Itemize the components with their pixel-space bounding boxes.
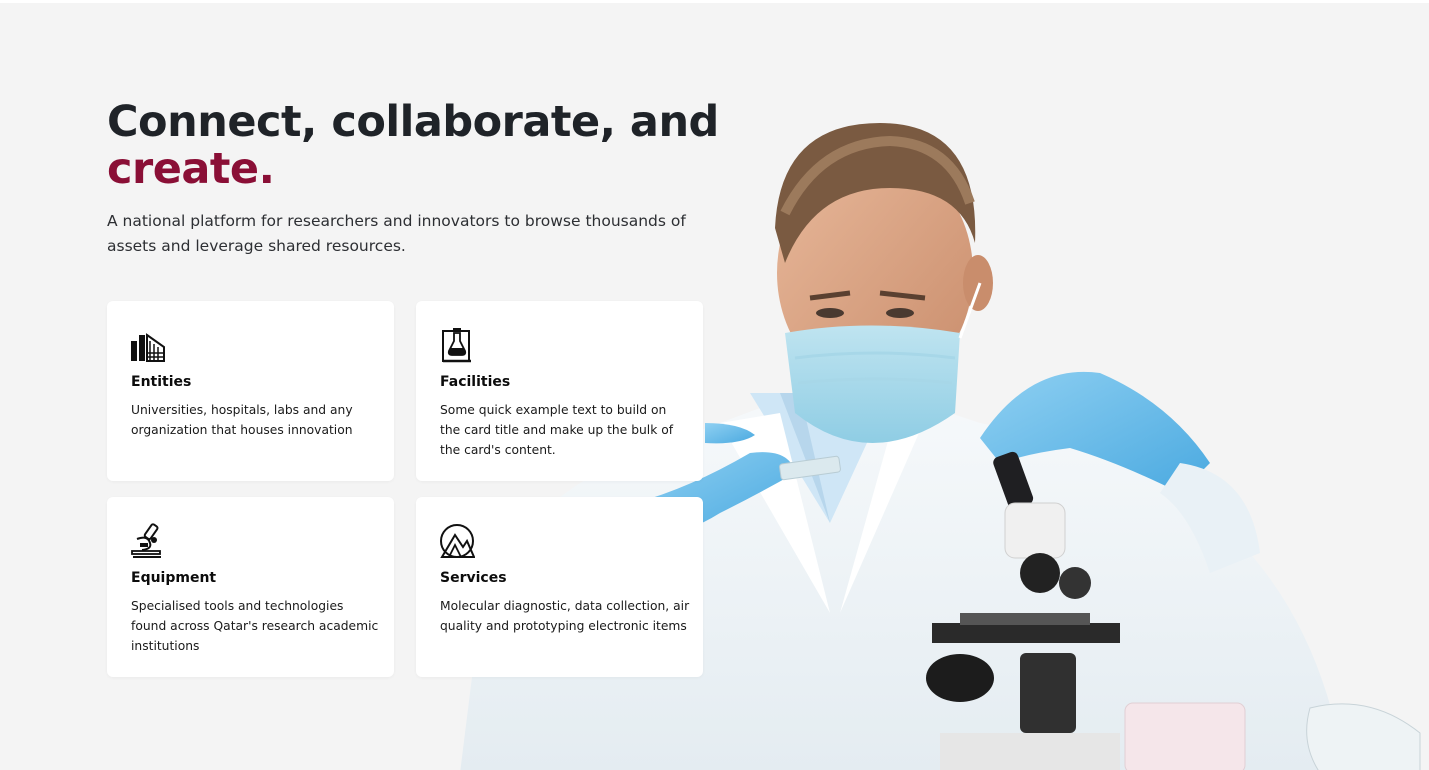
microscope-icon — [131, 523, 161, 558]
card-text: Universities, hospitals, labs and any or… — [131, 403, 353, 437]
card-text: Some quick example text to build on the … — [440, 403, 674, 457]
card-equipment[interactable]: Equipment Specialised tools and technolo… — [107, 497, 394, 677]
headline-accent: create. — [107, 144, 275, 194]
card-entities[interactable]: Entities Universities, hospitals, labs a… — [107, 301, 394, 481]
buildings-icon — [131, 333, 165, 362]
card-facilities[interactable]: Facilities Some quick example text to bu… — [416, 301, 703, 481]
card-title: Entities — [131, 374, 192, 390]
page-title: Connect, collaborate, and create. — [107, 99, 747, 193]
card-services[interactable]: Services Molecular diagnostic, data coll… — [416, 497, 703, 677]
hero-subtitle: A national platform for researchers and … — [107, 212, 686, 255]
card-text: Specialised tools and technologies found… — [131, 599, 379, 653]
headline-main: Connect, collaborate, and — [107, 97, 719, 147]
card-title: Equipment — [131, 570, 217, 586]
laboratory-flask-icon — [442, 328, 471, 363]
mountain-circle-icon — [440, 524, 475, 558]
card-text: Molecular diagnostic, data collection, a… — [440, 599, 690, 633]
hero-section: Connect, collaborate, and create. A natio… — [0, 3, 1429, 770]
card-title: Facilities — [440, 374, 511, 390]
card-title: Services — [440, 570, 507, 586]
